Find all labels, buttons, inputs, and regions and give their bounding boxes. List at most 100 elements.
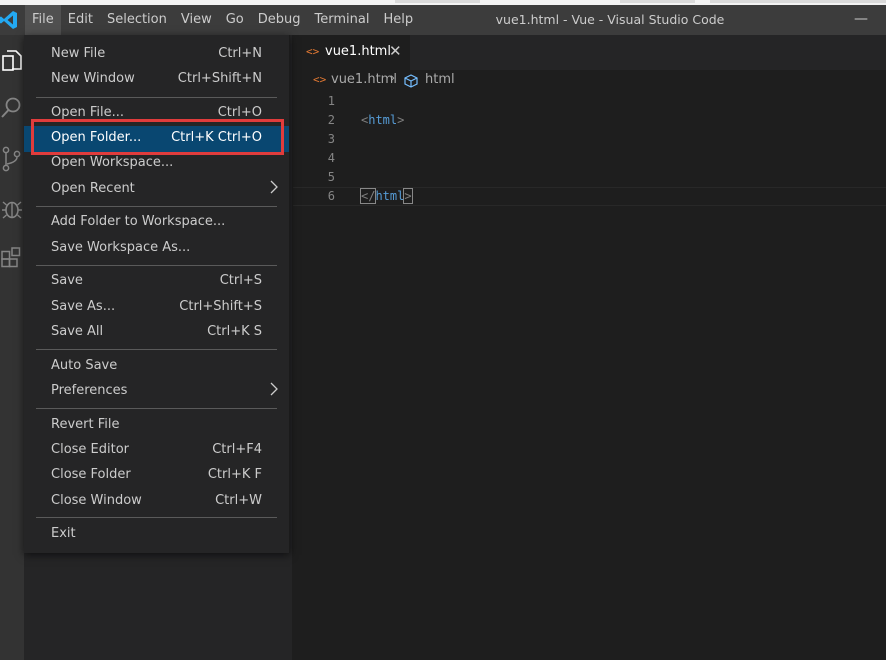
line-number: 4 [327, 151, 335, 165]
menu-separator [36, 206, 277, 207]
symbol-element-icon [404, 74, 418, 88]
menu-separator [36, 517, 277, 518]
code-line-current: 6 </html> [293, 187, 886, 206]
menu-item-close-editor[interactable]: Close Editor Ctrl+F4 [24, 438, 289, 464]
menu-separator [36, 97, 277, 98]
menu-item-label: Close Editor [51, 442, 130, 457]
menu-item-label: Exit [51, 526, 76, 541]
menu-item-shortcut: Ctrl+Shift+N [177, 71, 262, 86]
line-number: 6 [327, 189, 335, 203]
activity-bar [0, 35, 24, 660]
editor-tabs: <> vue1.html ✕ [293, 35, 886, 70]
chevron-right-icon [270, 180, 278, 194]
menu-edit[interactable]: Edit [61, 5, 100, 35]
menu-separator [36, 265, 277, 266]
menu-file[interactable]: File [25, 5, 61, 35]
menu-item-shortcut: Ctrl+O [217, 105, 262, 120]
menu-item-shortcut: Ctrl+K S [207, 324, 262, 339]
line-number: 1 [327, 94, 335, 108]
menu-item-close-window[interactable]: Close Window Ctrl+W [24, 489, 289, 515]
menu-item-label: Add Folder to Workspace... [51, 214, 226, 229]
menu-item-revert-file[interactable]: Revert File [24, 413, 289, 439]
code-line: 5 [293, 168, 886, 187]
menu-item-label: New Window [51, 71, 135, 86]
menu-item-label: Open Recent [51, 181, 135, 196]
menu-item-label: Close Window [51, 493, 142, 508]
close-icon[interactable]: ✕ [389, 42, 402, 60]
tag-bracket: > [397, 113, 405, 127]
menu-debug[interactable]: Debug [251, 5, 308, 35]
menu-item-save-as[interactable]: Save As... Ctrl+Shift+S [24, 295, 289, 321]
tab-label: vue1.html [325, 44, 391, 59]
breadcrumb-symbol[interactable]: html [425, 72, 455, 87]
menu-item-shortcut: Ctrl+N [218, 46, 262, 61]
debug-icon[interactable] [0, 193, 24, 225]
code-line: 4 [293, 149, 886, 168]
menu-item-save-workspace-as[interactable]: Save Workspace As... [24, 236, 289, 262]
html-file-icon: <> [306, 45, 320, 58]
code-text: <html> [361, 111, 404, 130]
menu-item-close-folder[interactable]: Close Folder Ctrl+K F [24, 463, 289, 489]
menu-view[interactable]: View [174, 5, 219, 35]
explorer-icon[interactable] [0, 45, 24, 77]
code-line: 3 [293, 130, 886, 149]
line-number: 2 [327, 113, 335, 127]
menu-item-label: Auto Save [51, 358, 118, 373]
menu-item-new-file[interactable]: New File Ctrl+N [24, 42, 289, 68]
menu-item-save-all[interactable]: Save All Ctrl+K S [24, 320, 289, 346]
menu-item-open-recent[interactable]: Open Recent [24, 177, 289, 203]
menu-item-label: New File [51, 46, 106, 61]
vscode-logo-icon [0, 11, 17, 29]
menu-help[interactable]: Help [376, 5, 420, 35]
minimize-button[interactable]: — [854, 5, 868, 33]
menu-item-label: Close Folder [51, 467, 131, 482]
breadcrumb-separator: › [390, 71, 396, 86]
html-tag: html [368, 113, 398, 127]
menu-item-label: Save All [51, 324, 104, 339]
menu-item-shortcut: Ctrl+K F [207, 467, 262, 482]
menu-item-label: Save Workspace As... [51, 240, 191, 255]
menu-item-label: Revert File [51, 417, 120, 432]
window-title: vue1.html - Vue - Visual Studio Code [495, 12, 725, 27]
menu-selection[interactable]: Selection [100, 5, 174, 35]
title-bar: File Edit Selection View Go Debug Termin… [0, 5, 886, 35]
menu-go[interactable]: Go [219, 5, 251, 35]
line-number: 3 [327, 132, 335, 146]
breadcrumb-file[interactable]: vue1.html [331, 72, 397, 87]
code-editor[interactable]: 1 2 <html> 3 4 5 6 </html> [293, 92, 886, 660]
menu-item-label: Open Workspace... [51, 155, 174, 170]
search-icon[interactable] [0, 93, 24, 125]
menu-item-save[interactable]: Save Ctrl+S [24, 269, 289, 295]
menu-item-preferences[interactable]: Preferences [24, 379, 289, 405]
menu-item-label: Save [51, 273, 83, 288]
breadcrumb: <> vue1.html › html [293, 70, 886, 92]
code-text: </html> [359, 188, 413, 205]
menu-item-new-window[interactable]: New Window Ctrl+Shift+N [24, 67, 289, 93]
tag-bracket: </ [359, 188, 377, 204]
code-line: 2 <html> [293, 111, 886, 130]
menu-item-exit[interactable]: Exit [24, 522, 289, 548]
html-file-icon: <> [313, 73, 327, 86]
menu-item-label: Save As... [51, 299, 116, 314]
sidebar-lower-panel [38, 555, 292, 660]
menu-item-add-folder-to-workspace[interactable]: Add Folder to Workspace... [24, 210, 289, 236]
menu-item-shortcut: Ctrl+W [215, 493, 262, 508]
menu-item-label: Preferences [51, 383, 128, 398]
menu-item-label: Open File... [51, 105, 125, 120]
menu-bar: File Edit Selection View Go Debug Termin… [25, 5, 420, 35]
extensions-icon[interactable] [0, 243, 24, 275]
menu-item-auto-save[interactable]: Auto Save [24, 354, 289, 380]
file-menu-dropdown: New File Ctrl+N New Window Ctrl+Shift+N … [24, 35, 290, 553]
menu-separator [36, 349, 277, 350]
menu-item-shortcut: Ctrl+F4 [212, 442, 262, 457]
tag-bracket: > [403, 188, 413, 204]
tab-vue1-html[interactable]: <> vue1.html ✕ [293, 35, 410, 70]
chevron-right-icon [270, 382, 278, 396]
menu-terminal[interactable]: Terminal [308, 5, 377, 35]
html-tag: html [375, 189, 405, 203]
menu-item-shortcut: Ctrl+Shift+S [179, 299, 262, 314]
line-number: 5 [327, 170, 335, 184]
menu-separator [36, 408, 277, 409]
menu-item-shortcut: Ctrl+S [219, 273, 262, 288]
source-control-icon[interactable] [0, 143, 24, 175]
